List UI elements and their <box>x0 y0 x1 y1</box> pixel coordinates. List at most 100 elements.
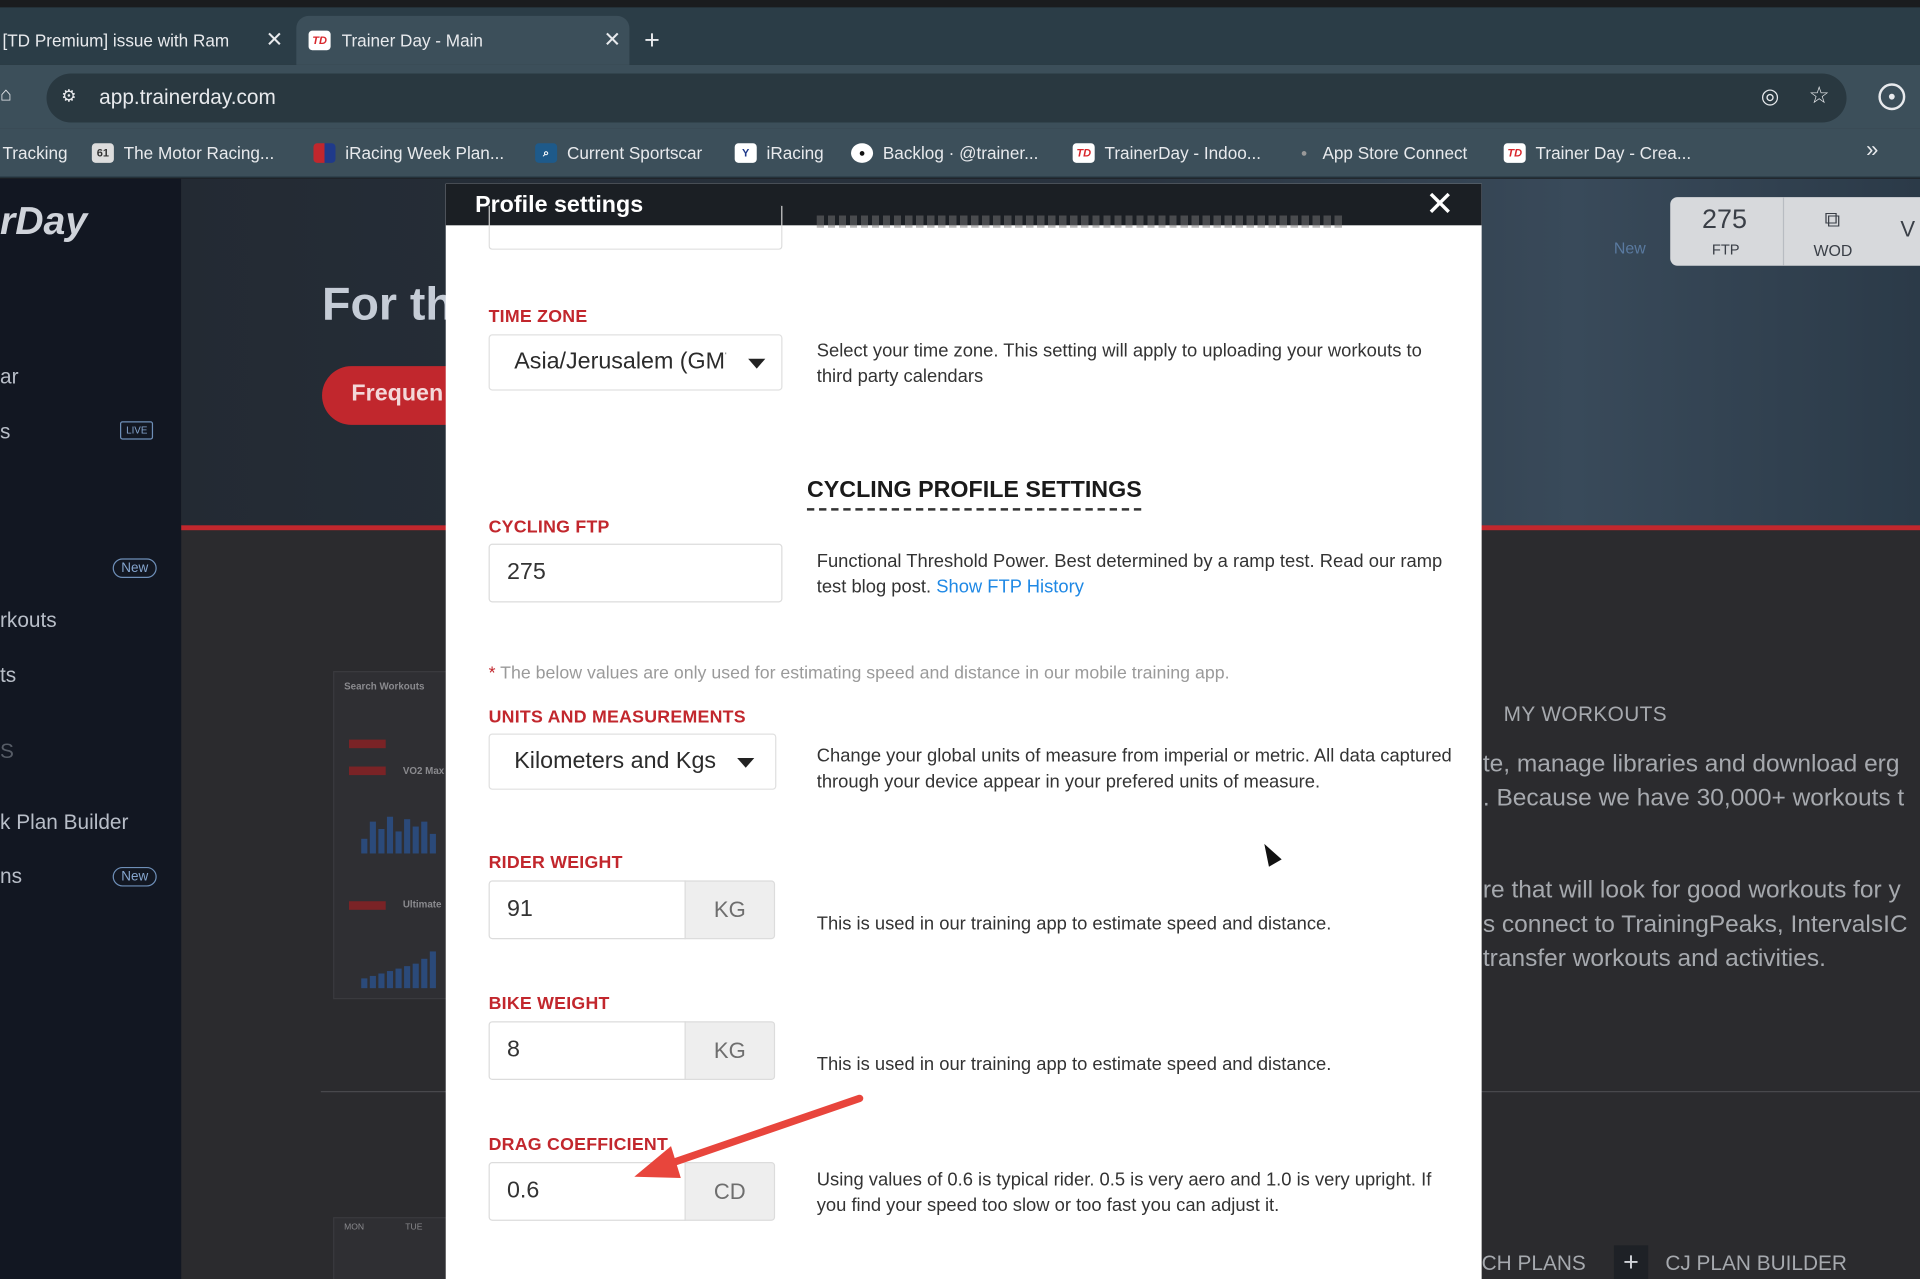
bookmark-app-store-connect[interactable]: ● App Store Connect <box>1296 141 1468 165</box>
drag-coefficient-description: Using values of 0.6 is typical rider. 0.… <box>816 1169 1432 1216</box>
thumb-workout-label: VO2 Max <box>402 765 445 777</box>
tab-title: [TD Premium] issue with Ram <box>2 30 230 51</box>
units-select[interactable]: Kilometers and Kgs <box>488 733 777 790</box>
time-zone-label: TIME ZONE <box>488 307 588 327</box>
tab-trainer-day-main[interactable]: TD Trainer Day - Main ✕ <box>296 15 630 65</box>
close-tab-icon[interactable]: ✕ <box>257 28 291 52</box>
sidebar-item[interactable]: s <box>0 420 10 444</box>
va-label: V <box>1900 216 1916 242</box>
url-text[interactable]: app.trainerday.com <box>99 86 276 110</box>
eye-slash-icon[interactable]: ◎ <box>1761 84 1779 108</box>
coach-plans-label[interactable]: CH PLANS <box>1482 1251 1586 1275</box>
sidebar-item[interactable]: ar <box>0 365 19 389</box>
new-badge: New <box>112 558 157 578</box>
bike-weight-label: BIKE WEIGHT <box>488 994 610 1014</box>
scrolled-field[interactable] <box>488 205 783 250</box>
iracing-icon: Y <box>734 143 757 163</box>
cycling-profile-section-title: CYCLING PROFILE SETTINGS <box>806 478 1142 511</box>
new-tab-plus-icon[interactable]: + <box>644 24 660 56</box>
rider-weight-input[interactable]: 91 <box>488 880 686 940</box>
bike-weight-unit: KG <box>684 1021 776 1081</box>
drag-coefficient-input[interactable]: 0.6 <box>488 1162 686 1221</box>
thumb-bars <box>361 929 436 989</box>
bookmark-backlog[interactable]: ● Backlog · @trainer... <box>851 141 1038 165</box>
chevron-down-icon <box>748 358 766 369</box>
more-bookmarks-icon[interactable]: » <box>1866 137 1878 163</box>
units-label: UNITS AND MEASUREMENTS <box>488 707 746 728</box>
ftp-value: 275 <box>1702 203 1748 234</box>
bookmark-iracing-week-plan[interactable]: iRacing Week Plan... <box>313 141 504 165</box>
body-text-line: . Because we have 30,000+ workouts t <box>1482 784 1905 812</box>
bookmark-tracking[interactable]: Tracking <box>2 141 67 165</box>
wod-label: WOD <box>1813 241 1853 260</box>
bookmark-current-sportscar[interactable]: ⌕ Current Sportscar <box>535 141 702 165</box>
rider-weight-description: This is used in our training app to esti… <box>816 913 1332 935</box>
sidebar-item-plan-builder[interactable]: k Plan Builder <box>0 811 128 835</box>
close-tab-icon[interactable]: ✕ <box>595 28 629 52</box>
bookmark-trainer-day-create[interactable]: TD Trainer Day - Crea... <box>1503 141 1691 165</box>
cj-plan-builder-label[interactable]: CJ PLAN BUILDER <box>1665 1251 1847 1275</box>
bookmarks-bar: Tracking 61 The Motor Racing... iRacing … <box>0 128 1920 178</box>
plus-icon[interactable]: + <box>1613 1245 1649 1279</box>
bookmark-star-icon[interactable]: ☆ <box>1809 82 1830 110</box>
close-icon[interactable]: ✕ <box>1425 187 1454 221</box>
sidebar-item[interactable]: S <box>0 740 14 764</box>
bookmark-trainerday-indoor[interactable]: TD TrainerDay - Indoo... <box>1072 141 1261 165</box>
divider <box>1782 197 1785 266</box>
bookmark-iracing[interactable]: Y iRacing <box>734 141 824 165</box>
ftp-wod-widget[interactable]: 275 FTP ⧉ WOD V <box>1670 197 1920 266</box>
tab-td-premium-issue[interactable]: [TD Premium] issue with Ram ✕ <box>0 16 291 65</box>
calendar-thumbnail: MON TUE <box>333 1217 454 1279</box>
bookmark-61-icon: 61 <box>91 143 114 163</box>
wod-icon: ⧉ <box>1824 206 1841 232</box>
thumb-title: Search Workouts <box>344 680 425 692</box>
body-text-line: transfer workouts and activities. <box>1482 945 1826 973</box>
profile-settings-modal: Profile settings ✕ TIME ZONE Asia/Jerusa… <box>445 183 1482 1279</box>
home-icon[interactable]: ⌂ <box>0 84 20 106</box>
flag-icon <box>313 143 336 163</box>
search-workouts-thumbnail: Search Workouts VO2 Max Ultimate <box>333 671 454 1000</box>
omnibox[interactable]: ⚙ app.trainerday.com ◎ ☆ <box>46 73 1847 123</box>
sidebar-item[interactable]: ts <box>0 664 16 688</box>
rider-weight-unit: KG <box>684 880 776 940</box>
hero-new-label: New <box>1613 238 1646 258</box>
bookmark-motor-racing[interactable]: 61 The Motor Racing... <box>91 141 274 165</box>
show-ftp-history-link[interactable]: Show FTP History <box>936 577 1084 598</box>
live-badge: LIVE <box>120 421 154 440</box>
new-badge: New <box>112 866 157 887</box>
note-asterisk: * <box>488 663 496 684</box>
time-zone-description: Select your time zone. This setting will… <box>816 340 1422 387</box>
search-icon: ⌕ <box>535 143 558 163</box>
units-description: Change your global units of measure from… <box>816 745 1452 793</box>
rider-weight-label: RIDER WEIGHT <box>488 853 623 874</box>
trainerday-icon: TD <box>1503 143 1526 163</box>
chevron-down-icon <box>737 757 755 768</box>
my-workouts-heading: MY WORKOUTS <box>1503 702 1667 727</box>
scrolled-description <box>816 215 1344 228</box>
sidebar-item-workouts[interactable]: rkouts <box>0 609 57 633</box>
address-bar-row: ⌂ ⚙ app.trainerday.com ◎ ☆ ● <box>0 64 1920 129</box>
trainerday-favicon-icon: TD <box>308 30 331 51</box>
profile-icon[interactable]: ● <box>1878 83 1906 111</box>
sidebar-item-plans[interactable]: ns <box>0 864 22 888</box>
thumb-chip <box>348 901 386 910</box>
github-icon: ● <box>851 143 874 163</box>
body-text-line: te, manage libraries and download erg <box>1482 750 1900 778</box>
site-settings-icon[interactable]: ⚙ <box>61 86 76 107</box>
app-sidebar <box>0 178 182 1279</box>
cycling-ftp-label: CYCLING FTP <box>488 517 610 538</box>
time-zone-value: Asia/Jerusalem (GMT <box>514 348 740 375</box>
time-zone-select[interactable]: Asia/Jerusalem (GMT <box>488 334 783 391</box>
thumb-bars <box>361 795 436 854</box>
units-value: Kilometers and Kgs <box>514 748 717 774</box>
bike-weight-input[interactable]: 8 <box>488 1021 686 1081</box>
body-text-line: s connect to TrainingPeaks, IntervalsIC <box>1482 911 1908 938</box>
drag-coefficient-unit: CD <box>684 1162 776 1221</box>
cycling-ftp-input[interactable]: 275 <box>488 543 783 603</box>
estimation-note: * The below values are only used for est… <box>488 663 1230 684</box>
trainerday-icon: TD <box>1072 143 1095 163</box>
window-top-edge <box>0 0 1920 8</box>
bike-weight-description: This is used in our training app to esti… <box>816 1054 1332 1076</box>
apple-icon: ● <box>1300 146 1308 160</box>
hero-title: For th <box>322 279 454 331</box>
